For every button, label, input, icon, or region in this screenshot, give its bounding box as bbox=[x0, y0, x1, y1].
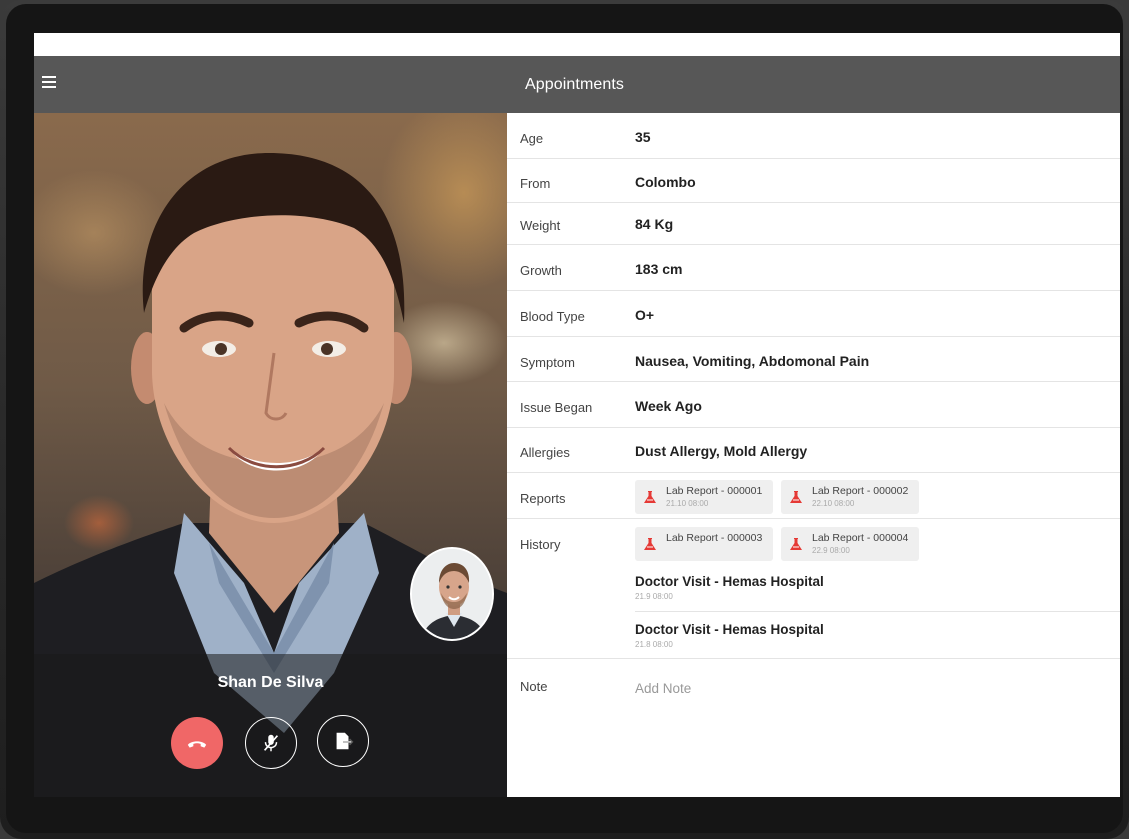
self-view-thumbnail[interactable] bbox=[410, 547, 494, 641]
caller-name: Shan De Silva bbox=[217, 674, 324, 691]
detail-label: Weight bbox=[520, 218, 561, 233]
detail-row-from: From Colombo bbox=[507, 159, 1120, 203]
detail-label: Growth bbox=[520, 263, 562, 278]
flask-icon bbox=[790, 491, 802, 503]
mute-button[interactable] bbox=[245, 717, 297, 769]
note-input[interactable] bbox=[635, 678, 1105, 698]
history-report-chip[interactable]: Lab Report - 000004 22.9 08:00 bbox=[781, 527, 919, 561]
detail-label: From bbox=[520, 176, 551, 191]
detail-row-growth: Growth 183 cm bbox=[507, 245, 1120, 291]
reports-label: Reports bbox=[520, 491, 566, 506]
history-report-chip[interactable]: Lab Report - 000003 bbox=[635, 527, 773, 561]
detail-value: Nausea, Vomiting, Abdomonal Pain bbox=[635, 353, 870, 369]
report-title: Lab Report - 000002 bbox=[812, 485, 909, 497]
report-title: Lab Report - 000004 bbox=[812, 532, 909, 544]
detail-label: Allergies bbox=[520, 445, 570, 460]
report-chip[interactable]: Lab Report - 000002 22.10 08:00 bbox=[781, 480, 919, 514]
note-label: Note bbox=[520, 679, 548, 694]
detail-value: 35 bbox=[635, 129, 651, 145]
history-visit-item[interactable]: Doctor Visit - Hemas Hospital 21.8 08:00 bbox=[635, 612, 1120, 660]
end-call-button[interactable] bbox=[171, 717, 223, 769]
detail-row-age: Age 35 bbox=[507, 113, 1120, 159]
detail-row-history: History Lab Report - 000003 Lab Report -… bbox=[507, 519, 1120, 659]
page-title: Appointments bbox=[525, 76, 625, 93]
visit-title: Doctor Visit - Hemas Hospital bbox=[635, 574, 824, 589]
patient-details-panel: Age 35 From Colombo Weight 84 Kg Growth … bbox=[507, 113, 1120, 797]
detail-value: 84 Kg bbox=[635, 216, 674, 232]
video-call-view: Shan De Silva bbox=[34, 113, 507, 797]
report-date: 22.10 08:00 bbox=[812, 499, 855, 508]
app-header: Appointments bbox=[34, 56, 1120, 113]
detail-row-allergies: Allergies Dust Allergy, Mold Allergy bbox=[507, 428, 1120, 473]
detail-value: Colombo bbox=[635, 174, 696, 190]
detail-value: 183 cm bbox=[635, 261, 683, 277]
visit-date: 21.8 08:00 bbox=[635, 640, 673, 649]
detail-label: Age bbox=[520, 131, 544, 146]
report-date: 21.10 08:00 bbox=[666, 499, 709, 508]
status-bar bbox=[34, 33, 1120, 56]
flask-icon bbox=[644, 538, 656, 550]
self-view-avatar bbox=[412, 549, 492, 639]
detail-row-blood-type: Blood Type O+ bbox=[507, 291, 1120, 337]
visit-title: Doctor Visit - Hemas Hospital bbox=[635, 622, 824, 637]
detail-label: Symptom bbox=[520, 355, 575, 370]
report-date: 22.9 08:00 bbox=[812, 546, 850, 555]
flask-icon bbox=[644, 491, 656, 503]
detail-row-symptom: Symptom Nausea, Vomiting, Abdomonal Pain bbox=[507, 337, 1120, 382]
detail-row-weight: Weight 84 Kg bbox=[507, 203, 1120, 245]
visit-date: 21.9 08:00 bbox=[635, 592, 673, 601]
app-screen: Appointments Shan De Silva Age 35 From C… bbox=[34, 33, 1120, 797]
history-label: History bbox=[520, 537, 561, 552]
phone-hangup-icon bbox=[187, 741, 207, 748]
detail-row-reports: Reports Lab Report - 000001 21.10 08:00 … bbox=[507, 473, 1120, 519]
report-chip[interactable]: Lab Report - 000001 21.10 08:00 bbox=[635, 480, 773, 514]
history-visit-item[interactable]: Doctor Visit - Hemas Hospital 21.9 08:00 bbox=[635, 564, 1120, 612]
microphone-off-icon bbox=[263, 734, 279, 752]
share-button[interactable] bbox=[317, 715, 369, 767]
detail-label: Issue Began bbox=[520, 400, 593, 415]
detail-value: Week Ago bbox=[635, 398, 702, 414]
detail-row-issue-began: Issue Began Week Ago bbox=[507, 382, 1120, 428]
hamburger-menu-icon[interactable] bbox=[42, 76, 56, 88]
share-document-icon bbox=[336, 732, 354, 750]
report-title: Lab Report - 000001 bbox=[666, 485, 763, 497]
flask-icon bbox=[790, 538, 802, 550]
detail-value: O+ bbox=[635, 307, 655, 323]
report-title: Lab Report - 000003 bbox=[666, 532, 763, 544]
detail-value: Dust Allergy, Mold Allergy bbox=[635, 443, 808, 459]
detail-label: Blood Type bbox=[520, 309, 585, 324]
